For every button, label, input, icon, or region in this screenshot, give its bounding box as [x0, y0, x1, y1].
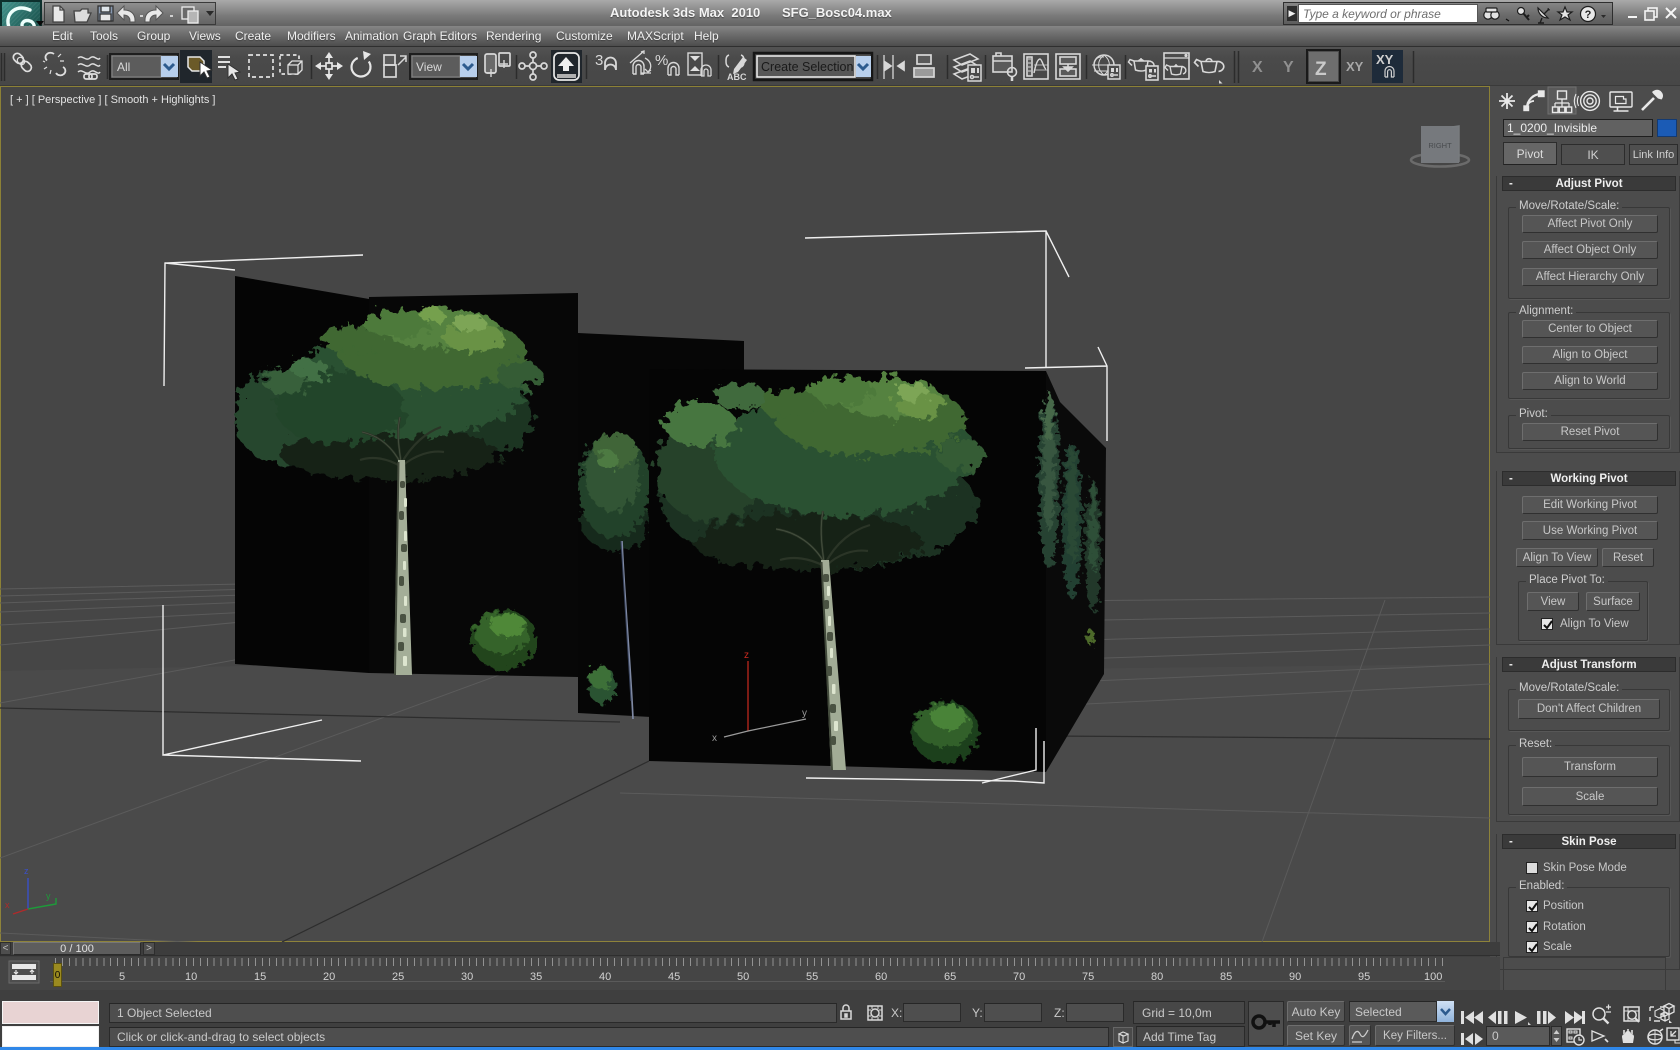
svg-text:Create Selection Se: Create Selection Se — [761, 60, 872, 74]
svg-text:Z: Z — [1315, 59, 1327, 80]
svg-text:RIGHT: RIGHT — [1428, 141, 1452, 150]
svg-text:z: z — [744, 650, 749, 661]
svg-text:[ + ] [ Perspective ] [ Smooth: [ + ] [ Perspective ] [ Smooth + Highlig… — [10, 94, 215, 106]
svg-text:%: % — [655, 52, 668, 69]
svg-text:X: X — [1252, 59, 1263, 76]
svg-text:Y: Y — [1283, 59, 1294, 76]
svg-text:All: All — [117, 60, 130, 74]
svg-text:y: y — [46, 891, 51, 901]
svg-text:x: x — [5, 900, 10, 910]
svg-text:3: 3 — [595, 52, 603, 69]
svg-text:x: x — [712, 733, 717, 744]
svg-text:z: z — [24, 866, 29, 876]
svg-text:XY: XY — [1346, 59, 1364, 74]
svg-text:XY: XY — [1376, 52, 1394, 67]
svg-text:?: ? — [1585, 9, 1592, 21]
svg-text:y: y — [802, 708, 807, 719]
svg-text:View: View — [416, 60, 442, 74]
svg-text:ABC: ABC — [727, 72, 747, 82]
